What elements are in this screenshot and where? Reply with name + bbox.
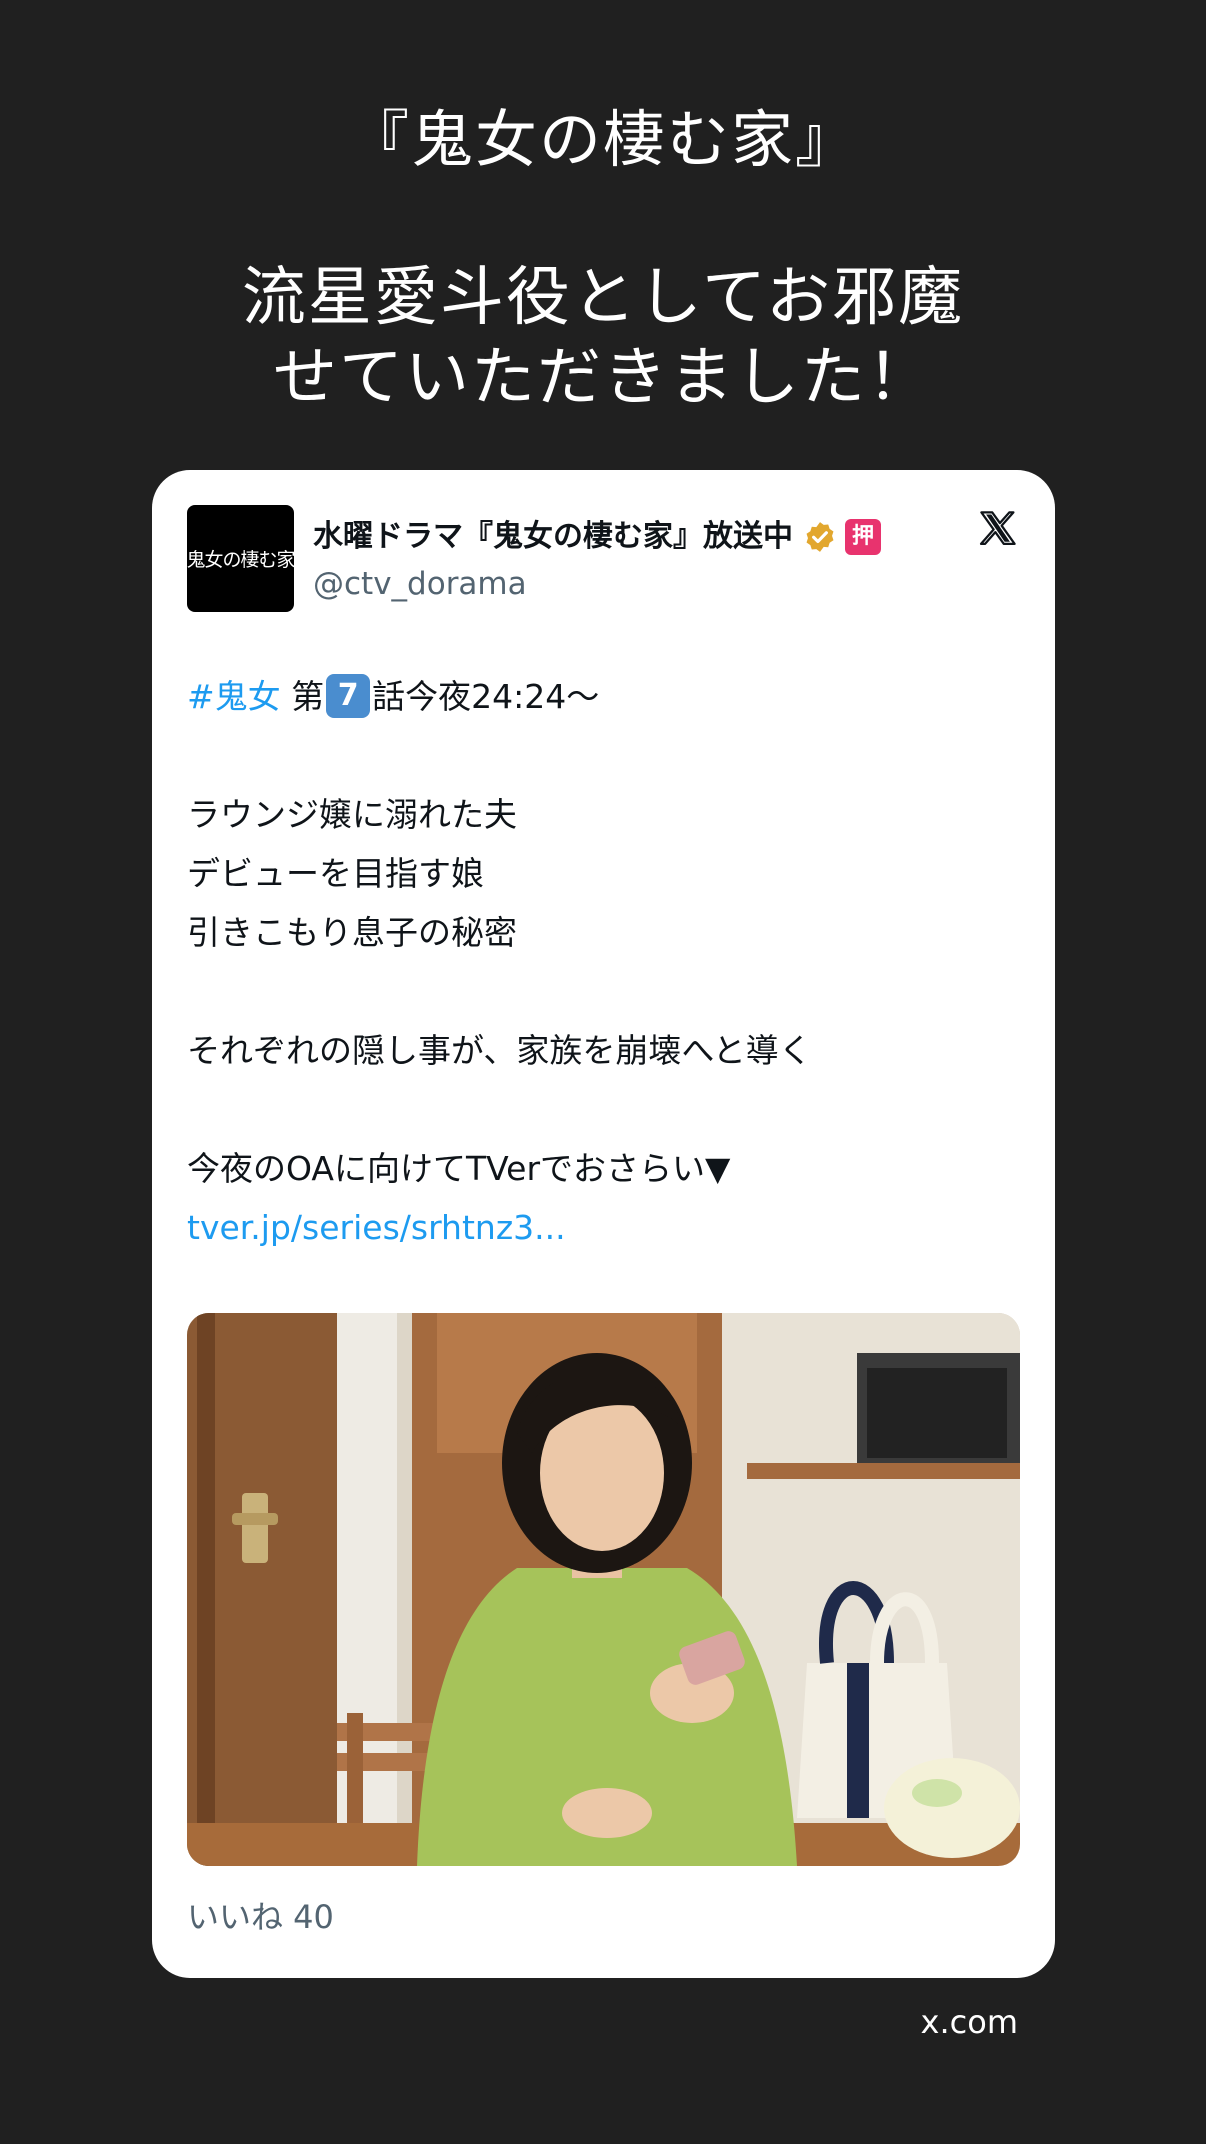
tweet-text: #鬼女 第 7 話今夜24:24〜 ラウンジ嬢に溺れた夫 デビューを目指す娘 引きこ… bbox=[187, 667, 1027, 1257]
tweet-card[interactable]: 鬼女の棲む家 水曜ドラマ『鬼女の棲む家』放送中 押 @ctv_dorama #鬼… bbox=[152, 470, 1055, 1978]
caption-line-2: せていただきました！ bbox=[273, 341, 933, 415]
tweet-media-photo[interactable] bbox=[187, 1313, 1020, 1866]
episode-prefix: 第 bbox=[291, 677, 325, 716]
x-logo-icon[interactable] bbox=[977, 508, 1019, 550]
likes-count[interactable]: いいね 40 bbox=[187, 1895, 334, 1939]
tweet-line: それぞれの隠し事が、家族を崩壊へと導く bbox=[187, 1031, 812, 1070]
avatar[interactable]: 鬼女の棲む家 bbox=[186, 505, 296, 612]
episode-suffix: 話今夜24:24〜 bbox=[372, 677, 600, 716]
handle[interactable]: @ctv_dorama bbox=[313, 562, 527, 606]
photo-illustration bbox=[187, 1313, 1020, 1866]
keycap-7-icon: 7 bbox=[326, 673, 371, 718]
tweet-line-episode: #鬼女 第 7 話今夜24:24〜 bbox=[187, 667, 1027, 726]
display-name-text: 水曜ドラマ『鬼女の棲む家』放送中 bbox=[313, 519, 793, 554]
avatar-logo-text: 鬼女の棲む家 bbox=[186, 549, 296, 571]
tweet-line: 今夜のOAに向けてTVerでおさらい▼ bbox=[187, 1149, 731, 1188]
hashtag-link[interactable]: #鬼女 bbox=[187, 677, 281, 716]
caption-title: 『鬼女の棲む家』 bbox=[346, 103, 859, 176]
tweet-line: ラウンジ嬢に溺れた夫 bbox=[187, 795, 517, 834]
tweet-line: デビューを目指す娘 bbox=[187, 854, 484, 893]
affiliate-badge-icon: 押 bbox=[845, 519, 881, 555]
caption-line-1: 流星愛斗役としてお邪魔 bbox=[241, 261, 965, 335]
tweet-line: 引きこもり息子の秘密 bbox=[187, 913, 517, 952]
tver-link[interactable]: tver.jp/series/srhtnz3... bbox=[187, 1198, 1027, 1257]
display-name[interactable]: 水曜ドラマ『鬼女の棲む家』放送中 押 bbox=[313, 515, 881, 559]
source-label: x.com bbox=[920, 2003, 1018, 2041]
verified-check-badge-icon bbox=[806, 522, 834, 552]
